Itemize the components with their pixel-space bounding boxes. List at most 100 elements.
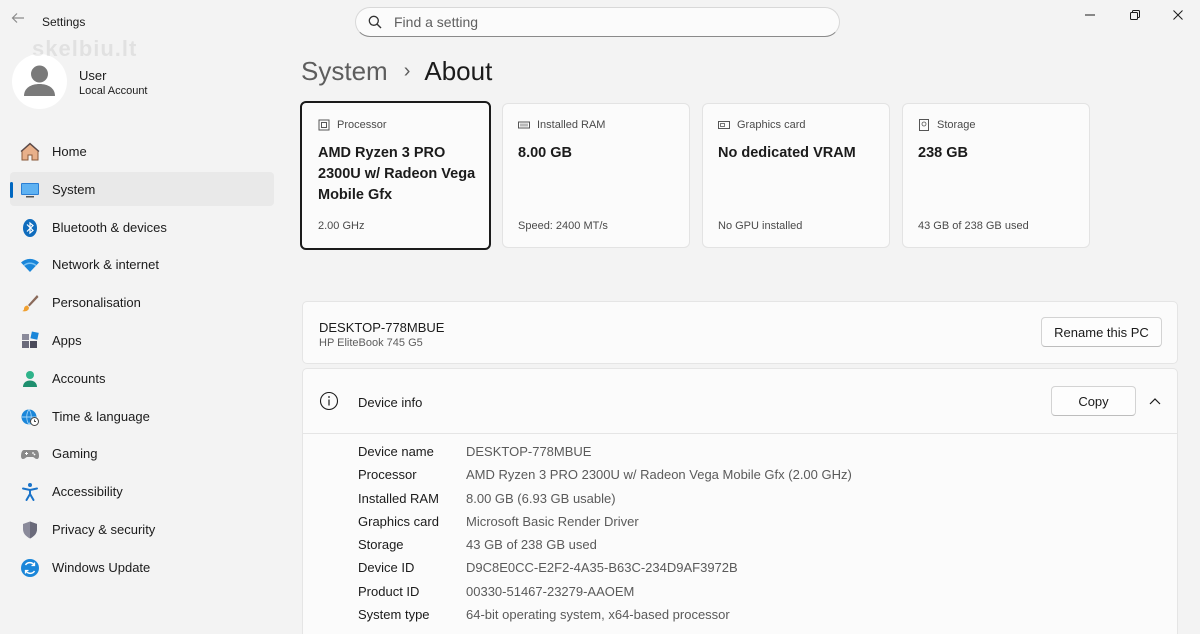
- info-label: Installed RAM: [358, 490, 439, 506]
- person-avatar-icon: [24, 65, 55, 96]
- title-bar: Settings: [0, 0, 1200, 44]
- breadcrumb: System › About: [301, 54, 492, 88]
- device-info-card: Device info Copy Device name DESKTOP-778M…: [302, 368, 1178, 634]
- breadcrumb-parent[interactable]: System: [301, 56, 388, 87]
- sidebar-item-bluetooth[interactable]: Bluetooth & devices: [10, 210, 274, 244]
- sidebar-item-accessibility[interactable]: Accessibility: [10, 474, 274, 508]
- avatar: [12, 54, 67, 109]
- sidebar-item-windows-update[interactable]: Windows Update: [10, 550, 274, 584]
- search-input[interactable]: [394, 12, 824, 32]
- info-value: DESKTOP-778MBUE: [466, 444, 592, 459]
- sidebar-item-label: Accounts: [52, 370, 106, 386]
- spec-value: 238 GB: [918, 145, 968, 161]
- info-label: Device ID: [358, 560, 415, 576]
- info-icon: [319, 391, 339, 411]
- spec-card-processor[interactable]: Processor AMD Ryzen 3 PRO 2300U w/ Radeo…: [300, 101, 491, 250]
- back-button[interactable]: [8, 10, 28, 30]
- info-label: Product ID: [358, 583, 420, 599]
- sidebar-item-label: Apps: [52, 332, 82, 348]
- sidebar-item-gaming[interactable]: Gaming: [10, 436, 274, 470]
- rename-pc-button[interactable]: Rename this PC: [1041, 317, 1162, 347]
- spec-card-storage[interactable]: Storage 238 GB 43 GB of 238 GB used: [902, 103, 1090, 248]
- sidebar-item-apps[interactable]: Apps: [10, 323, 274, 357]
- info-label: System type: [358, 607, 430, 623]
- spec-title: Processor: [337, 119, 387, 131]
- search-icon: [368, 15, 382, 29]
- user-profile[interactable]: User Local Account: [12, 54, 272, 110]
- minimize-icon: [1085, 14, 1095, 16]
- spec-title: Installed RAM: [537, 119, 606, 131]
- info-value: D9C8E0CC-E2F2-4A35-B63C-234D9AF3972B: [466, 560, 738, 576]
- minimize-button[interactable]: [1067, 0, 1113, 30]
- info-label: Storage: [358, 537, 404, 553]
- sidebar-item-label: System: [52, 181, 96, 197]
- info-value: Microsoft Basic Render Driver: [466, 513, 639, 529]
- close-button[interactable]: [1155, 0, 1200, 30]
- spec-card-graphics[interactable]: Graphics card No dedicated VRAM No GPU i…: [702, 103, 890, 248]
- person-icon: [23, 370, 37, 387]
- pc-name: DESKTOP-778MBUE: [319, 320, 445, 335]
- spec-value: No dedicated VRAM: [718, 145, 856, 161]
- sidebar-item-label: Windows Update: [52, 559, 151, 575]
- spec-value: 8.00 GB: [518, 145, 572, 161]
- sidebar-item-privacy-security[interactable]: Privacy & security: [10, 512, 274, 546]
- page-title: About: [424, 55, 493, 86]
- restore-icon: [1130, 10, 1140, 20]
- graphics-card-icon: [718, 121, 730, 129]
- pc-name-card: DESKTOP-778MBUE HP EliteBook 745 G5 Rena…: [302, 301, 1178, 364]
- gamepad-icon: [21, 450, 39, 460]
- info-label: Device name: [358, 444, 434, 459]
- bluetooth-icon: [23, 218, 37, 237]
- sidebar-item-accounts[interactable]: Accounts: [10, 361, 274, 395]
- update-icon: [21, 558, 39, 577]
- app-title: Settings: [42, 15, 86, 29]
- sidebar-item-label: Privacy & security: [52, 521, 156, 537]
- info-value: 00330-51467-23279-AAOEM: [466, 583, 635, 599]
- info-label: Graphics card: [358, 513, 439, 529]
- watermark: skelbiu.lt: [32, 36, 138, 61]
- sidebar-nav: Home System Bluetooth & devices Network …: [10, 134, 274, 588]
- sidebar-item-system[interactable]: System: [10, 171, 274, 206]
- copy-button[interactable]: Copy: [1051, 386, 1136, 416]
- globe-clock-icon: [21, 408, 39, 426]
- breadcrumb-separator: ›: [403, 59, 411, 82]
- sidebar-item-label: Gaming: [52, 446, 98, 462]
- device-info-title: Device info: [358, 395, 423, 410]
- info-value: AMD Ryzen 3 PRO 2300U w/ Radeon Vega Mob…: [466, 467, 852, 483]
- sidebar-item-home[interactable]: Home: [10, 134, 274, 168]
- maximize-button[interactable]: [1112, 0, 1158, 30]
- info-label: Processor: [358, 467, 417, 483]
- spec-subtext: 2.00 GHz: [318, 220, 365, 232]
- sidebar-item-label: Personalisation: [52, 295, 141, 311]
- brush-icon: [22, 295, 39, 312]
- close-icon: [1173, 10, 1183, 20]
- spec-value: AMD Ryzen 3 PRO 2300U w/ Radeon Vega Mob…: [318, 145, 476, 203]
- spec-title: Graphics card: [737, 119, 806, 131]
- spec-card-ram[interactable]: Installed RAM 8.00 GB Speed: 2400 MT/s: [502, 103, 690, 248]
- apps-icon: [22, 331, 39, 348]
- accessibility-icon: [22, 483, 38, 502]
- pc-model: HP EliteBook 745 G5: [319, 337, 423, 349]
- spec-title: Storage: [937, 119, 976, 131]
- sidebar-item-label: Network & internet: [52, 257, 159, 273]
- sidebar-item-label: Home: [52, 144, 87, 159]
- info-value: 43 GB of 238 GB used: [466, 537, 597, 553]
- chevron-up-icon[interactable]: [1145, 393, 1165, 409]
- ram-icon: [518, 121, 530, 129]
- system-icon: [21, 182, 39, 198]
- user-name: User: [79, 68, 107, 83]
- sidebar-item-label: Accessibility: [52, 484, 123, 500]
- sidebar-item-time-language[interactable]: Time & language: [10, 399, 274, 433]
- device-info-header[interactable]: Device info Copy: [303, 369, 1177, 434]
- sidebar-item-network[interactable]: Network & internet: [10, 247, 274, 281]
- spec-subtext: 43 GB of 238 GB used: [918, 220, 1029, 232]
- spec-subtext: Speed: 2400 MT/s: [518, 220, 608, 232]
- wifi-icon: [21, 259, 39, 273]
- search-box[interactable]: [355, 7, 840, 37]
- home-icon: [20, 142, 40, 161]
- storage-icon: [919, 119, 929, 131]
- sidebar-item-personalisation[interactable]: Personalisation: [10, 285, 274, 319]
- account-type: Local Account: [79, 85, 148, 97]
- spec-subtext: No GPU installed: [718, 220, 803, 232]
- sidebar-item-label: Time & language: [52, 408, 150, 424]
